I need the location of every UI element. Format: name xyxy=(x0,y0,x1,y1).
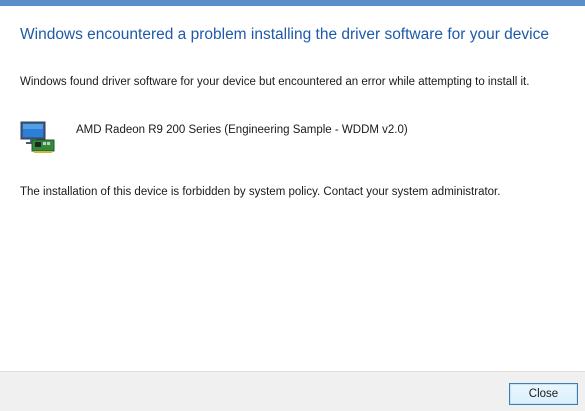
policy-error-message: The installation of this device is forbi… xyxy=(20,186,501,198)
dialog-footer: Close xyxy=(0,371,585,411)
dialog-heading: Windows encountered a problem installing… xyxy=(20,26,549,43)
window-top-border xyxy=(0,0,585,6)
intro-message: Windows found driver software for your d… xyxy=(20,76,530,88)
close-button[interactable]: Close xyxy=(509,383,578,405)
device-name: AMD Radeon R9 200 Series (Engineering Sa… xyxy=(76,124,408,136)
driver-install-error-dialog: Windows encountered a problem installing… xyxy=(0,0,585,411)
display-adapter-icon xyxy=(20,120,56,154)
